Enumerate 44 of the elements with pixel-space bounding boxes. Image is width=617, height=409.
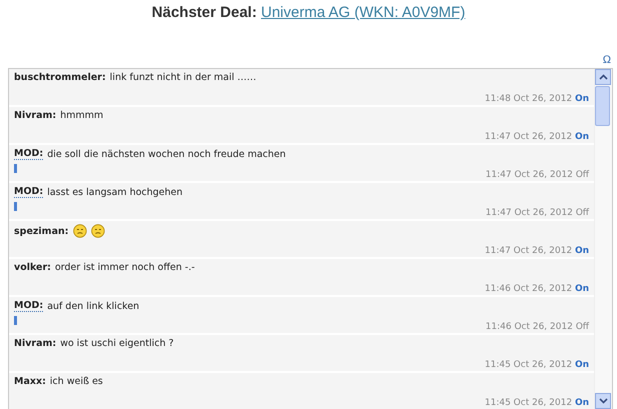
online-status: On [574,246,589,256]
message-text: hmmmm [60,110,104,121]
timestamp: 11:45 Oct 26, 2012 [484,398,572,408]
online-status: Off [576,170,589,180]
timestamp: 11:46 Oct 26, 2012 [484,284,572,294]
smiley-icon [90,224,105,238]
timestamp: 11:47 Oct 26, 2012 [484,246,572,256]
online-status: Off [576,208,589,218]
username: MOD: [14,148,44,160]
message-text: lasst es langsam hochgehen [47,186,183,198]
scroll-up-icon[interactable] [595,69,611,85]
online-status: On [574,360,589,370]
message-text: link funzt nicht in der mail …… [110,72,256,83]
message-text: auf den link klicken [47,300,140,312]
scroll-down-icon[interactable] [595,393,611,409]
username: MOD: [14,300,44,312]
online-status: Off [576,322,589,332]
message-text: wo ist uschi eigentlich ? [60,338,174,349]
online-status: On [574,284,589,294]
username: volker: [14,262,51,273]
deal-link[interactable]: Univerma AG (WKN: A0V9MF) [261,4,466,21]
username: Maxx: [14,376,46,387]
scroll-thumb[interactable] [595,86,610,126]
username: MOD: [14,186,44,198]
scrollbar[interactable] [594,69,612,409]
smiley-icon [72,224,87,238]
omega-link[interactable]: Ω [602,54,611,68]
online-status: On [574,398,589,408]
username: Nivram: [14,338,56,349]
timestamp: 11:45 Oct 26, 2012 [484,360,572,370]
timestamp: 11:46 Oct 26, 2012 [486,322,573,332]
username: buschtrommeler: [14,72,106,83]
timestamp: 11:47 Oct 26, 2012 [486,170,573,180]
username: speziman: [14,226,69,236]
message-text: order ist immer noch offen -.- [54,262,195,273]
message-text: ich weiß es [50,376,103,387]
deal-label: Nächster Deal: [152,4,257,21]
online-status: On [574,94,589,104]
timestamp: 11:48 Oct 26, 2012 [484,94,572,104]
timestamp: 11:47 Oct 26, 2012 [486,208,573,218]
message-text: die soll die nächsten wochen noch freude machen [47,148,286,160]
timestamp: 11:47 Oct 26, 2012 [484,132,572,142]
online-status: On [574,132,589,142]
username: Nivram: [14,110,56,121]
